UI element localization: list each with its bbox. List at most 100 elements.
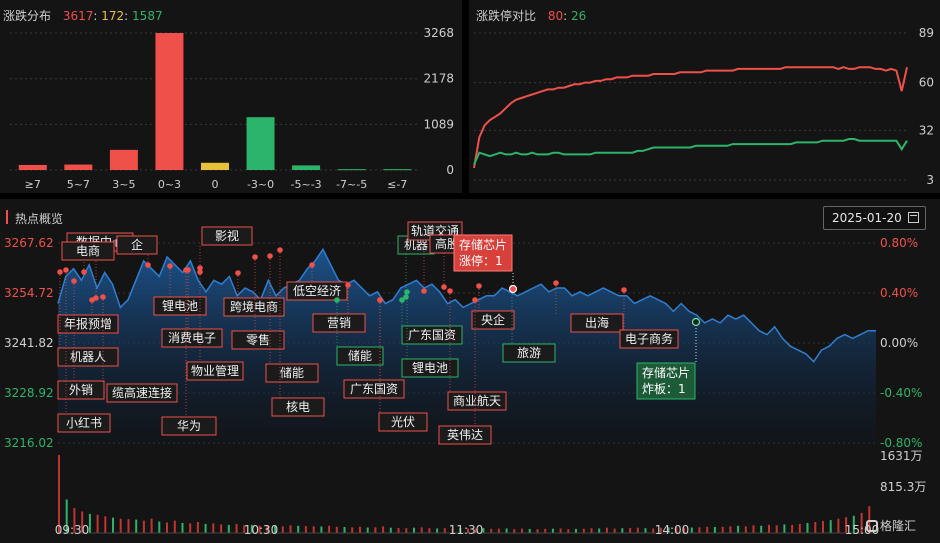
volume-bar	[235, 523, 238, 533]
callout-name: 存储芯片	[459, 237, 507, 252]
logo-text: 格隆汇	[880, 519, 917, 533]
volume-bar	[227, 524, 230, 533]
y-tick-left: 3216.02	[4, 436, 54, 450]
volume-bar	[443, 528, 446, 533]
volume-bar	[204, 523, 207, 533]
x-tick-label: 10:30	[244, 523, 279, 537]
hotspot-label-text: 电商	[76, 243, 100, 258]
y-tick-right: 0.00%	[880, 336, 918, 350]
label-dot	[71, 278, 77, 284]
volume-bar	[382, 526, 385, 533]
volume-bar	[729, 526, 732, 533]
volume-bar	[359, 526, 361, 533]
volume-bar	[698, 527, 701, 533]
label-dot	[183, 267, 189, 273]
label-dot	[404, 289, 410, 295]
hotspot-label-text: 储能	[348, 348, 372, 363]
x-tick-label: 14:00	[655, 523, 690, 537]
label-dot	[277, 247, 283, 253]
volume-bar	[413, 527, 415, 533]
volume-bar	[173, 520, 176, 533]
label-dot	[252, 254, 258, 260]
volume-bar	[822, 521, 824, 533]
label-dot	[441, 284, 447, 290]
volume-bar	[490, 528, 493, 533]
volume-bar	[104, 516, 107, 533]
hotspot-label-text: 广东国资	[350, 382, 398, 396]
x-tick-label: 11:30	[449, 523, 484, 537]
hotspot-label-text: 机器人	[70, 350, 106, 364]
label-dot	[100, 294, 106, 300]
volume-bar	[189, 523, 192, 533]
volume-bar	[281, 526, 284, 533]
y-tick-left: 3228.92	[4, 386, 54, 400]
volume-bar	[127, 519, 130, 533]
volume-bar	[181, 523, 184, 533]
hotspot-label-text: 英伟达	[447, 428, 483, 442]
volume-bar	[497, 528, 500, 533]
label-dot	[377, 297, 383, 303]
hotspot-label-text: 缆高速连接	[112, 385, 172, 400]
hotspot-label-text: 企	[131, 237, 143, 252]
hotspot-intraday-chart: 3267.62 0.80% 3254.72 0.40% 3241.82 0.00% 3228…	[4, 221, 926, 537]
volume-bar	[791, 524, 794, 533]
volume-bar	[374, 527, 377, 533]
volume-bar	[166, 522, 168, 533]
label-dot	[145, 262, 151, 268]
volume-bar	[428, 528, 431, 533]
hotspot-label-text: 跨境电商	[230, 299, 278, 314]
hotspot-label-text: 消费电子	[168, 331, 216, 345]
volume-tick: 815.3万	[880, 480, 926, 494]
volume-tick: 1631万	[880, 449, 923, 463]
volume-bar	[150, 518, 153, 533]
volume-bar	[783, 524, 786, 533]
volume-bar	[96, 514, 99, 533]
hotspot-label-text: 央企	[481, 312, 505, 327]
volume-bar	[798, 523, 801, 533]
label-dot	[63, 267, 69, 273]
label-dot	[472, 297, 478, 303]
y-tick-left: 3241.82	[4, 336, 54, 350]
volume-bar	[690, 527, 693, 533]
volume-bar	[737, 525, 740, 533]
hotspot-label-text: 低空经济	[293, 283, 341, 298]
volume-bar	[814, 522, 817, 533]
volume-bar	[58, 455, 60, 533]
label-dot	[167, 263, 173, 269]
volume-bar	[521, 528, 523, 533]
volume-bar	[613, 528, 616, 533]
volume-bar	[328, 525, 331, 533]
volume-bar	[366, 527, 369, 533]
label-dot	[421, 288, 427, 294]
volume-bar	[575, 528, 577, 533]
volume-bar	[567, 529, 570, 533]
hotspot-label-text: 核电	[286, 400, 310, 414]
label-dot	[89, 297, 95, 303]
label-dot	[334, 297, 340, 303]
label-dot	[621, 287, 627, 293]
label-dot	[309, 262, 315, 268]
hotspot-label-text: 电子商务	[625, 331, 673, 346]
hotspot-label-text: 华为	[177, 419, 201, 433]
volume-bar	[112, 517, 114, 533]
volume-bar	[644, 528, 647, 533]
volume-bar	[837, 518, 840, 533]
volume-bar	[706, 526, 709, 533]
volume-bar	[582, 528, 585, 533]
volume-bar	[629, 528, 632, 533]
y-tick-right: -0.80%	[880, 436, 922, 450]
hotspot-label-text: 小红书	[66, 415, 102, 430]
volume-bar	[405, 528, 408, 533]
hotspot-label-text: 广东国资	[408, 328, 456, 342]
hotspot-label-text: 光伏	[391, 415, 415, 429]
volume-bar	[598, 528, 601, 533]
label-dot	[267, 253, 273, 259]
volume-bar	[713, 527, 716, 533]
volume-bar	[220, 524, 223, 533]
volume-bar	[513, 529, 516, 533]
volume-bar	[436, 528, 439, 533]
label-dot	[553, 280, 559, 286]
hotspot-label-text: 锂电池	[412, 360, 448, 375]
volume-bar	[119, 518, 122, 533]
y-tick-right: 0.80%	[880, 236, 918, 250]
